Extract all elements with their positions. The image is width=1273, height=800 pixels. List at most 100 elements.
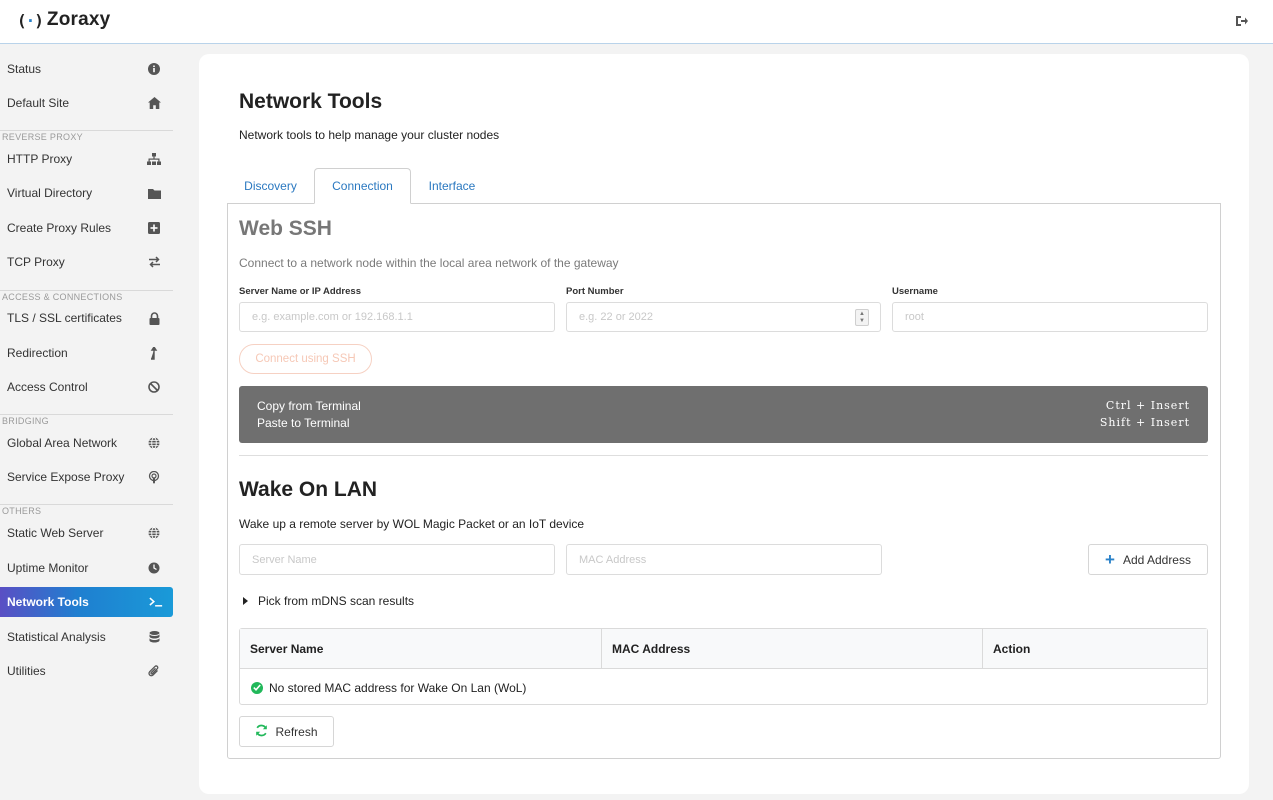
sidebar-item-virtual-directory[interactable]: Virtual Directory [0, 178, 173, 208]
sidebar-item-http-proxy[interactable]: HTTP Proxy [0, 144, 173, 174]
paste-shortcut: Shift + Insert [1099, 416, 1190, 429]
section-others: OTHERS [0, 504, 173, 516]
terminal-shortcuts-bar: Copy from Terminal Paste to Terminal Ctr… [239, 386, 1208, 443]
sidebar-item-label: Access Control [7, 380, 88, 394]
sidebar-item-label: Virtual Directory [7, 186, 93, 200]
table-header: Server Name MAC Address Action [240, 629, 1207, 669]
sidebar-item-service-expose-proxy[interactable]: Service Expose Proxy [0, 462, 173, 492]
plus-icon: + [1105, 550, 1115, 569]
add-address-label: Add Address [1122, 552, 1191, 567]
wol-server-name-placeholder: Server Name [252, 553, 317, 566]
sidebar-item-redirection[interactable]: Redirection [0, 338, 173, 368]
sidebar-item-label: Statistical Analysis [7, 630, 106, 644]
sidebar-item-utilities[interactable]: Utilities [0, 656, 173, 686]
section-divider [239, 455, 1208, 456]
terminal-icon [149, 595, 163, 609]
level-up-icon [147, 346, 161, 360]
sidebar-item-label: Network Tools [7, 595, 89, 609]
home-icon [147, 96, 161, 110]
ban-icon [147, 380, 161, 394]
mdns-scan-toggle[interactable]: Pick from mDNS scan results [243, 594, 414, 608]
wol-description: Wake up a remote server by WOL Magic Pac… [239, 517, 585, 531]
podcast-icon [147, 470, 161, 484]
refresh-icon [255, 724, 268, 740]
port-number-placeholder: e.g. 22 or 2022 [579, 311, 654, 323]
column-header-action: Action [982, 629, 1207, 669]
port-field-label: Port Number [566, 286, 624, 297]
tab-discovery[interactable]: Discovery [227, 168, 314, 204]
wol-address-table: Server Name MAC Address Action No stored… [239, 628, 1208, 705]
refresh-button[interactable]: Refresh [239, 716, 334, 747]
sidebar-item-network-tools[interactable]: Network Tools [0, 587, 173, 617]
top-bar: (·) Zoraxy [0, 0, 1273, 44]
username-placeholder: root [905, 311, 924, 323]
sidebar-item-status[interactable]: Status [0, 54, 173, 84]
sidebar-item-label: Service Expose Proxy [7, 470, 125, 484]
section-bridging: BRIDGING [0, 414, 173, 426]
server-field-label: Server Name or IP Address [239, 286, 361, 297]
connect-ssh-button[interactable]: Connect using SSH [239, 344, 372, 374]
sidebar-item-default-site[interactable]: Default Site [0, 88, 173, 118]
sidebar-item-label: TCP Proxy [7, 255, 65, 269]
plus-square-icon [147, 221, 161, 235]
sidebar-item-statistical-analysis[interactable]: Statistical Analysis [0, 622, 173, 652]
username-input[interactable]: root [892, 302, 1208, 332]
mdns-scan-label: Pick from mDNS scan results [258, 594, 415, 608]
copy-from-terminal-label: Copy from Terminal [257, 399, 361, 413]
logo[interactable]: (·) Zoraxy [17, 9, 110, 31]
sidebar-item-global-area-network[interactable]: Global Area Network [0, 428, 173, 458]
port-stepper[interactable]: ▲ ▼ [855, 309, 869, 326]
clock-icon [147, 561, 161, 575]
section-reverse-proxy: REVERSE PROXY [0, 130, 173, 142]
tab-connection[interactable]: Connection [314, 168, 411, 204]
wol-mac-address-input[interactable]: MAC Address [566, 544, 882, 575]
wol-title: Wake On LAN [239, 478, 378, 501]
sidebar-item-label: Default Site [7, 96, 70, 110]
paste-to-terminal-label: Paste to Terminal [257, 416, 350, 430]
column-header-mac-address: MAC Address [601, 629, 982, 669]
page-title: Network Tools [239, 90, 383, 113]
section-access-connections: ACCESS & CONNECTIONS [0, 290, 173, 302]
sidebar-item-label: HTTP Proxy [7, 152, 73, 166]
database-icon [147, 630, 161, 644]
server-address-input[interactable]: e.g. example.com or 192.168.1.1 [239, 302, 555, 332]
sidebar-item-label: Global Area Network [7, 436, 118, 450]
table-row: No stored MAC address for Wake On Lan (W… [240, 670, 1207, 705]
column-header-server-name: Server Name [250, 642, 324, 656]
sidebar-item-create-proxy-rules[interactable]: Create Proxy Rules [0, 213, 173, 243]
sidebar-item-label: Uptime Monitor [7, 561, 89, 575]
folder-icon [147, 186, 161, 200]
sidebar-item-tcp-proxy[interactable]: TCP Proxy [0, 247, 173, 277]
port-number-input[interactable]: e.g. 22 or 2022 ▲ ▼ [566, 302, 881, 332]
empty-table-message: No stored MAC address for Wake On Lan (W… [269, 680, 527, 695]
globe-icon [147, 526, 161, 540]
chevron-up-icon[interactable]: ▲ [859, 311, 865, 318]
page-subtitle: Network tools to help manage your cluste… [239, 128, 500, 142]
username-field-label: Username [892, 286, 938, 297]
tab-interface[interactable]: Interface [411, 168, 493, 204]
wol-server-name-input[interactable]: Server Name [239, 544, 555, 575]
sidebar-item-label: Static Web Server [7, 526, 104, 540]
sidebar-item-label: Redirection [7, 346, 68, 360]
webssh-title: Web SSH [239, 217, 332, 240]
sign-out-icon[interactable] [1235, 14, 1249, 28]
refresh-label: Refresh [275, 724, 318, 739]
wol-mac-address-placeholder: MAC Address [579, 553, 647, 566]
sidebar-item-label: TLS / SSL certificates [7, 311, 122, 325]
paperclip-icon [147, 664, 161, 678]
copy-shortcut: Ctrl + Insert [1105, 399, 1190, 412]
caret-right-icon [243, 597, 248, 605]
sidebar-item-tls-ssl[interactable]: TLS / SSL certificates [0, 303, 173, 333]
logo-mark-icon: (·) [17, 10, 44, 30]
server-address-placeholder: e.g. example.com or 192.168.1.1 [252, 311, 413, 323]
app-name: Zoraxy [46, 9, 111, 30]
webssh-description: Connect to a network node within the loc… [239, 256, 619, 270]
globe-icon [147, 436, 161, 450]
sidebar-item-static-web-server[interactable]: Static Web Server [0, 518, 173, 548]
sidebar-item-uptime-monitor[interactable]: Uptime Monitor [0, 553, 173, 583]
add-address-button[interactable]: + Add Address [1088, 544, 1208, 575]
chevron-down-icon[interactable]: ▼ [859, 318, 865, 325]
sidebar-item-access-control[interactable]: Access Control [0, 372, 173, 402]
sitemap-icon [147, 152, 161, 166]
sidebar-item-label: Create Proxy Rules [7, 221, 112, 235]
